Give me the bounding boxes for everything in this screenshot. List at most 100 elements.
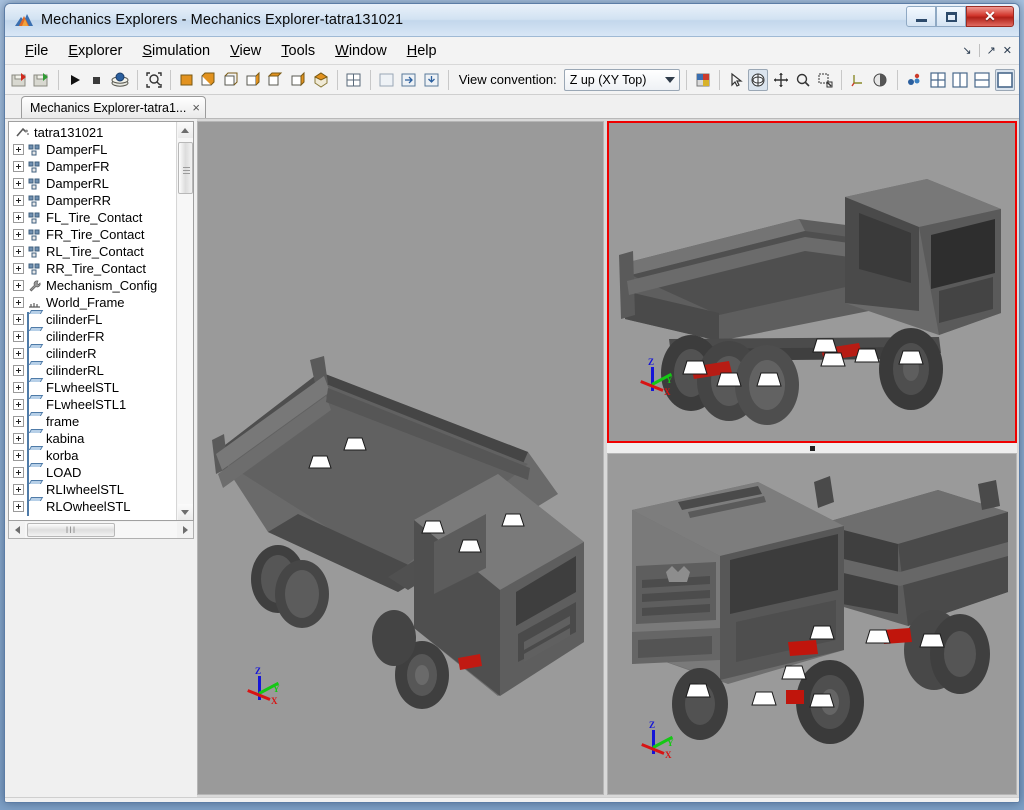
viewport-splitter[interactable] — [607, 443, 1017, 453]
tree-node-RLOwheelSTL[interactable]: RLOwheelSTL — [11, 498, 176, 516]
expand-icon[interactable] — [13, 161, 24, 172]
tree-node-cilinderR[interactable]: cilinderR — [11, 345, 176, 363]
zoom-icon[interactable] — [793, 69, 813, 91]
expand-icon[interactable] — [13, 450, 24, 461]
expand-icon[interactable] — [13, 263, 24, 274]
layout-single-icon[interactable] — [994, 68, 1015, 91]
tree-node-cilinderFL[interactable]: cilinderFL — [11, 311, 176, 329]
tree-node-cilinderRL[interactable]: cilinderRL — [11, 362, 176, 380]
view-convention-select[interactable]: Z up (XY Top) — [563, 68, 680, 91]
layout-two-rows-icon[interactable] — [972, 69, 992, 91]
scroll-track[interactable]: III — [25, 521, 177, 538]
close-button[interactable]: ✕ — [966, 6, 1014, 27]
play-icon[interactable] — [64, 69, 84, 91]
close-panel-icon[interactable]: ✕ — [1003, 44, 1012, 57]
tree-node-Mechanism_Config[interactable]: Mechanism_Config — [11, 277, 176, 294]
tree-node-DamperRR[interactable]: DamperRR — [11, 192, 176, 209]
tree-node-FL_Tire_Contact[interactable]: FL_Tire_Contact — [11, 209, 176, 226]
tree-node-DamperRL[interactable]: DamperRL — [11, 175, 176, 192]
save-model-icon[interactable] — [9, 69, 29, 91]
expand-icon[interactable] — [13, 314, 24, 325]
tree-node-root[interactable]: tatra131021 — [11, 124, 176, 141]
view-right-icon[interactable] — [244, 69, 264, 91]
tree-node-cilinderFR[interactable]: cilinderFR — [11, 328, 176, 346]
tree-vertical-scrollbar[interactable] — [176, 122, 193, 520]
menu-file[interactable]: File — [15, 40, 58, 62]
scroll-left-button[interactable] — [9, 522, 25, 538]
expand-icon[interactable] — [13, 212, 24, 223]
viewport-front-iso[interactable]: Z Y X — [607, 453, 1017, 795]
menu-help[interactable]: Help — [397, 40, 447, 62]
tree-node-DamperFL[interactable]: DamperFL — [11, 141, 176, 158]
tree-horizontal-scrollbar[interactable]: III — [8, 521, 194, 539]
view-top-icon[interactable] — [266, 69, 286, 91]
tab-mechanics-explorer[interactable]: Mechanics Explorer-tatra1... × — [21, 96, 206, 118]
expand-icon[interactable] — [13, 399, 24, 410]
minimize-button[interactable] — [906, 6, 936, 27]
layout-two-columns-icon[interactable] — [950, 69, 970, 91]
save-animation-icon[interactable] — [31, 69, 51, 91]
frames-visibility-icon[interactable] — [904, 69, 924, 91]
menu-simulation[interactable]: Simulation — [132, 40, 220, 62]
tree-node-FR_Tire_Contact[interactable]: FR_Tire_Contact — [11, 226, 176, 243]
expand-icon[interactable] — [13, 467, 24, 478]
grid-icon[interactable] — [344, 69, 364, 91]
pan-icon[interactable] — [770, 69, 790, 91]
expand-icon[interactable] — [13, 348, 24, 359]
expand-icon[interactable] — [13, 178, 24, 189]
menu-explorer[interactable]: Explorer — [58, 40, 132, 62]
stop-icon[interactable] — [87, 69, 107, 91]
tree-node-LOAD[interactable]: LOAD — [11, 464, 176, 482]
tree-node-RLIwheelSTL[interactable]: RLIwheelSTL — [11, 481, 176, 499]
scroll-down-button[interactable] — [177, 504, 193, 520]
menu-window[interactable]: Window — [325, 40, 397, 62]
tab-close-icon[interactable]: × — [192, 101, 200, 114]
scroll-track[interactable] — [177, 138, 193, 504]
split-right-icon[interactable] — [399, 69, 419, 91]
fit-to-view-icon[interactable] — [144, 69, 164, 91]
split-bottom-icon[interactable] — [422, 69, 442, 91]
viewport-isometric[interactable]: Z Y X — [197, 121, 604, 795]
tree-node-kabina[interactable]: kabina — [11, 430, 176, 448]
scroll-thumb[interactable] — [177, 142, 193, 194]
scroll-thumb[interactable]: III — [27, 522, 115, 537]
tree-node-RR_Tire_Contact[interactable]: RR_Tire_Contact — [11, 260, 176, 277]
view-isometric-icon[interactable] — [311, 69, 331, 91]
expand-icon[interactable] — [13, 382, 24, 393]
expand-icon[interactable] — [13, 195, 24, 206]
tree-node-World_Frame[interactable]: World_Frame — [11, 294, 176, 311]
frames-icon[interactable] — [693, 69, 713, 91]
viewport-rear-iso[interactable]: Z Y X — [607, 121, 1017, 443]
expand-icon[interactable] — [13, 331, 24, 342]
expand-icon[interactable] — [13, 297, 24, 308]
menu-view[interactable]: View — [220, 40, 271, 62]
expand-icon[interactable] — [13, 280, 24, 291]
split-none-icon[interactable] — [377, 69, 397, 91]
tree-node-RL_Tire_Contact[interactable]: RL_Tire_Contact — [11, 243, 176, 260]
tree-node-FLwheelSTL[interactable]: FLwheelSTL — [11, 379, 176, 397]
tree-node-FLwheelSTL1[interactable]: FLwheelSTL1 — [11, 396, 176, 414]
zoom-box-icon[interactable] — [815, 69, 835, 91]
expand-icon[interactable] — [13, 246, 24, 257]
tree-node-DamperFR[interactable]: DamperFR — [11, 158, 176, 175]
expand-icon[interactable] — [13, 501, 24, 512]
layout-quad-icon[interactable] — [928, 69, 948, 91]
shading-icon[interactable] — [870, 69, 890, 91]
expand-icon[interactable] — [13, 433, 24, 444]
expand-icon[interactable] — [13, 365, 24, 376]
axis-triad-icon[interactable] — [848, 69, 868, 91]
view-back-icon[interactable] — [199, 69, 219, 91]
scroll-up-button[interactable] — [177, 122, 193, 138]
expand-icon[interactable] — [13, 416, 24, 427]
tree-node-frame[interactable]: frame — [11, 413, 176, 431]
snapshot-button[interactable] — [696, 803, 720, 804]
expand-icon[interactable] — [13, 229, 24, 240]
expand-icon[interactable] — [13, 144, 24, 155]
tree-node-korba[interactable]: korba — [11, 447, 176, 465]
scroll-right-button[interactable] — [177, 522, 193, 538]
view-left-icon[interactable] — [222, 69, 242, 91]
maximize-button[interactable] — [936, 6, 966, 27]
view-bottom-icon[interactable] — [288, 69, 308, 91]
layers-icon[interactable] — [109, 69, 131, 91]
view-front-icon[interactable] — [177, 69, 197, 91]
